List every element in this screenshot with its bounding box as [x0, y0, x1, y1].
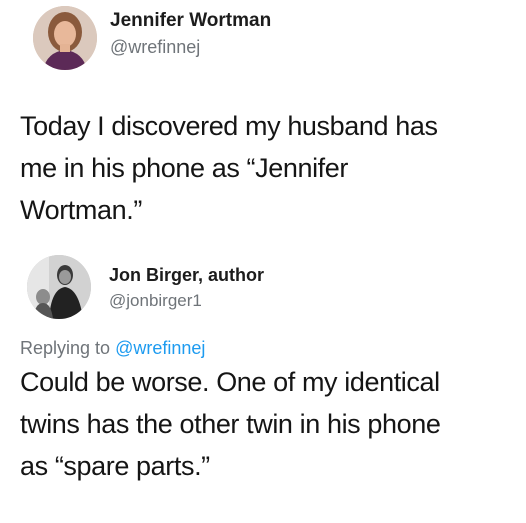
tweet-text: Could be worse. One of my identical twin…: [20, 361, 526, 487]
author-name[interactable]: Jennifer Wortman: [110, 10, 271, 32]
tweet-text-line: as “spare parts.”: [20, 451, 210, 481]
tweet-text-line: Wortman.”: [20, 195, 142, 225]
jennifer-avatar[interactable]: [33, 6, 97, 70]
author-name[interactable]: Jon Birger, author: [109, 265, 264, 286]
tweet-text-line: twins has the other twin in his phone: [20, 409, 441, 439]
replying-to: Replying to @wrefinnej: [20, 338, 205, 359]
jon-avatar[interactable]: [27, 255, 91, 319]
author-handle[interactable]: @jonbirger1: [109, 291, 202, 311]
tweet-text: Today I discovered my husband has me in …: [20, 105, 526, 231]
tweet-text-line: Could be worse. One of my identical: [20, 367, 440, 397]
tweet-text-line: Today I discovered my husband has: [20, 111, 438, 141]
tweet-text-line: me in his phone as “Jennifer: [20, 153, 348, 183]
author-handle[interactable]: @wrefinnej: [110, 37, 200, 58]
replying-label: Replying to: [20, 338, 116, 358]
mention-link[interactable]: @wrefinnej: [115, 338, 205, 358]
